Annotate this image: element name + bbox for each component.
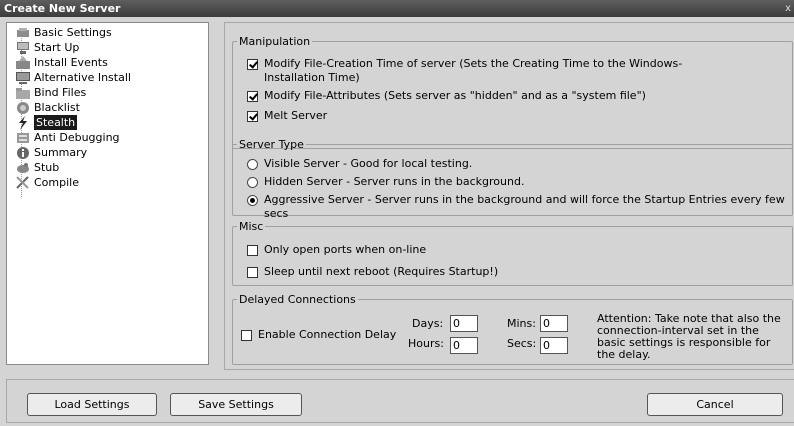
stealth-icon: [15, 115, 31, 130]
misc-legend: Misc: [239, 220, 264, 233]
monitor-icon: [15, 71, 31, 85]
tree-item-stealth[interactable]: Stealth: [15, 115, 78, 130]
days-label: Days:: [412, 317, 444, 330]
modify-creation-time-checkbox[interactable]: [247, 59, 258, 70]
close-icon[interactable]: x: [785, 0, 791, 17]
bottom-button-bar: Load Settings Save Settings Cancel: [6, 379, 794, 423]
tree-item-bind-files[interactable]: Bind Files: [15, 85, 86, 100]
aggressive-server-radio[interactable]: [247, 195, 258, 206]
modify-attributes-label: Modify File-Attributes (Sets server as "…: [264, 89, 646, 102]
hours-input[interactable]: 0: [450, 337, 478, 354]
stub-icon: [15, 161, 31, 175]
tree-item-label: Stub: [34, 161, 60, 174]
tree-item-compile[interactable]: Compile: [15, 175, 79, 190]
modify-creation-time-label: Modify File-Creation Time of server (Set…: [264, 57, 683, 84]
enable-delay-checkbox[interactable]: [241, 330, 252, 341]
compile-icon: [15, 175, 31, 190]
tree-item-start-up[interactable]: Start Up: [15, 40, 79, 55]
tree-item-label: Basic Settings: [34, 26, 112, 39]
open-ports-online-label: Only open ports when on-line: [264, 243, 427, 256]
visible-server-radio[interactable]: [247, 159, 258, 170]
open-ports-online-checkbox[interactable]: [247, 245, 258, 256]
tree-item-basic-settings[interactable]: Basic Settings: [15, 25, 112, 40]
save-settings-button[interactable]: Save Settings: [170, 393, 302, 416]
aggressive-server-option[interactable]: Aggressive Server - Server runs in the b…: [247, 193, 794, 221]
hidden-server-label: Hidden Server - Server runs in the backg…: [264, 175, 525, 188]
secs-label: Secs:: [507, 337, 537, 350]
visible-server-option[interactable]: Visible Server - Good for local testing.: [247, 157, 472, 171]
stealth-settings-panel: Manipulation Modify File-Creation Time o…: [224, 22, 794, 370]
wrench-icon: [15, 26, 31, 40]
cancel-button[interactable]: Cancel: [647, 393, 783, 416]
sleep-until-reboot-label: Sleep until next reboot (Requires Startu…: [264, 265, 499, 278]
modify-attributes-option[interactable]: Modify File-Attributes (Sets server as "…: [247, 89, 646, 103]
install-icon: [15, 55, 31, 70]
tree-item-label: Install Events: [34, 56, 108, 69]
hidden-server-option[interactable]: Hidden Server - Server runs in the backg…: [247, 175, 524, 189]
tree-item-summary[interactable]: Summary: [15, 145, 87, 160]
blacklist-icon: [15, 101, 31, 115]
info-icon: [15, 146, 31, 160]
manipulation-legend: Manipulation: [239, 35, 311, 48]
enable-delay-option[interactable]: Enable Connection Delay: [241, 328, 396, 342]
settings-tree[interactable]: Basic Settings Start Up Install Events A…: [6, 22, 209, 365]
hours-label: Hours:: [408, 337, 444, 350]
tree-item-label: Compile: [34, 176, 79, 189]
melt-server-option[interactable]: Melt Server: [247, 109, 327, 123]
tree-item-blacklist[interactable]: Blacklist: [15, 100, 80, 115]
modify-attributes-checkbox[interactable]: [247, 91, 258, 102]
hidden-server-radio[interactable]: [247, 177, 258, 188]
tree-item-label: Anti Debugging: [34, 131, 120, 144]
debug-icon: [15, 131, 31, 145]
delay-attention-note: Attention: Take note that also the conne…: [597, 312, 781, 361]
tree-item-install-events[interactable]: Install Events: [15, 55, 108, 70]
tree-item-stub[interactable]: Stub: [15, 160, 59, 175]
server-type-legend: Server Type: [239, 138, 304, 151]
aggressive-server-label: Aggressive Server - Server runs in the b…: [264, 193, 785, 220]
melt-server-checkbox[interactable]: [247, 111, 258, 122]
sleep-until-reboot-checkbox[interactable]: [247, 267, 258, 278]
window-title: Create New Server: [4, 2, 121, 15]
delayed-connections-legend: Delayed Connections: [239, 293, 356, 306]
mins-input[interactable]: 0: [540, 315, 568, 332]
tree-item-label: Alternative Install: [34, 71, 131, 84]
melt-server-label: Melt Server: [264, 109, 328, 122]
mins-label: Mins:: [507, 317, 536, 330]
enable-delay-label: Enable Connection Delay: [258, 328, 397, 341]
computer-icon: [15, 41, 31, 55]
tree-item-label: Start Up: [34, 41, 80, 54]
sleep-until-reboot-option[interactable]: Sleep until next reboot (Requires Startu…: [247, 265, 498, 279]
tree-item-alternative-install[interactable]: Alternative Install: [15, 70, 131, 85]
secs-input[interactable]: 0: [540, 337, 568, 354]
tree-item-label: Bind Files: [34, 86, 87, 99]
tree-item-label: Summary: [34, 146, 88, 159]
tree-item-label: Blacklist: [34, 101, 80, 114]
visible-server-label: Visible Server - Good for local testing.: [264, 157, 473, 170]
open-ports-online-option[interactable]: Only open ports when on-line: [247, 243, 426, 257]
tree-item-label: Stealth: [34, 115, 78, 130]
days-input[interactable]: 0: [450, 315, 478, 332]
tree-item-anti-debugging[interactable]: Anti Debugging: [15, 130, 120, 145]
modify-creation-time-option[interactable]: Modify File-Creation Time of server (Set…: [247, 57, 727, 85]
folder-icon: [15, 86, 31, 100]
title-bar: Create New Server x: [0, 0, 794, 17]
load-settings-button[interactable]: Load Settings: [27, 393, 157, 416]
